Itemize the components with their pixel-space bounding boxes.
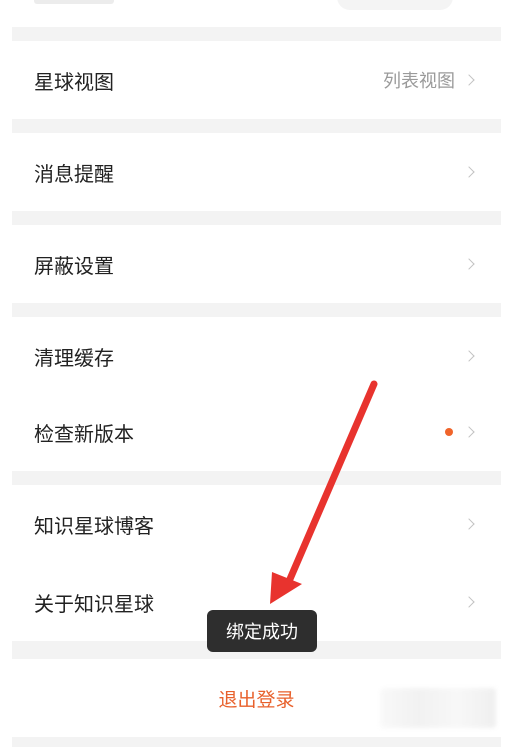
section-gap	[12, 211, 501, 225]
settings-screen: 星球视图 列表视图 消息提醒 屏蔽设置 清理缓存 检查新版本 知识星球博客 关于…	[0, 0, 513, 747]
bottom-cropped-gap	[12, 737, 501, 747]
settings-item-planet-view[interactable]: 星球视图 列表视图	[12, 41, 501, 119]
toast-message: 绑定成功	[207, 610, 317, 652]
chevron-right-icon	[463, 258, 475, 270]
settings-item-blog[interactable]: 知识星球博客	[12, 485, 501, 563]
cropped-control	[337, 0, 453, 10]
planet-view-label: 星球视图	[34, 69, 114, 94]
chevron-right-icon	[463, 166, 475, 178]
chevron-right-icon	[463, 518, 475, 530]
settings-item-block-settings[interactable]: 屏蔽设置	[12, 225, 501, 303]
planet-view-value: 列表视图	[383, 71, 455, 92]
settings-item-check-update[interactable]: 检查新版本	[12, 393, 501, 471]
section-gap	[12, 303, 501, 317]
settings-item-clear-cache[interactable]: 清理缓存	[12, 317, 501, 395]
section-gap	[12, 27, 501, 41]
update-badge-dot	[445, 428, 453, 436]
watermark-blur	[380, 688, 496, 728]
block-settings-label: 屏蔽设置	[34, 253, 114, 278]
section-gap	[12, 471, 501, 485]
section-gap	[12, 119, 501, 133]
cropped-label	[34, 0, 114, 4]
chevron-right-icon	[463, 596, 475, 608]
blog-label: 知识星球博客	[34, 513, 154, 538]
chevron-right-icon	[463, 350, 475, 362]
settings-item-notifications[interactable]: 消息提醒	[12, 133, 501, 211]
top-cropped-row	[12, 0, 501, 27]
check-update-label: 检查新版本	[34, 421, 134, 446]
notifications-label: 消息提醒	[34, 161, 114, 186]
chevron-right-icon	[463, 74, 475, 86]
chevron-right-icon	[463, 426, 475, 438]
clear-cache-label: 清理缓存	[34, 345, 114, 370]
